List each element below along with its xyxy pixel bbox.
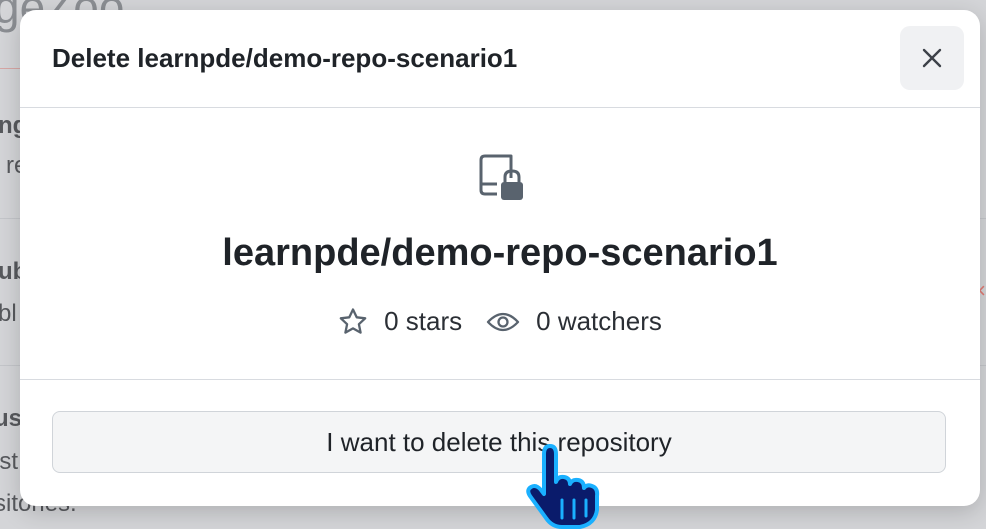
repo-locked-icon <box>479 154 523 200</box>
dialog-title: Delete learnpde/demo-repo-scenario1 <box>52 43 518 73</box>
dialog-footer: I want to delete this repository <box>20 380 980 506</box>
repository-name: learnpde/demo-repo-scenario1 <box>222 232 778 274</box>
delete-repository-dialog: Delete learnpde/demo-repo-scenario1 lear… <box>20 10 980 506</box>
hand-pointer-icon <box>526 444 600 529</box>
confirm-delete-button[interactable]: I want to delete this repository <box>52 411 946 473</box>
stars-count: 0 stars <box>338 306 462 337</box>
star-icon <box>339 307 367 334</box>
watchers-label: 0 watchers <box>536 306 662 336</box>
close-button[interactable] <box>900 26 964 90</box>
dialog-body: learnpde/demo-repo-scenario1 0 stars 0 w… <box>20 108 980 380</box>
watchers-count: 0 watchers <box>486 306 662 337</box>
background-text: bl <box>0 300 17 327</box>
background-text: ist <box>0 448 18 475</box>
eye-icon <box>486 312 520 331</box>
close-icon <box>922 48 942 68</box>
dialog-header: Delete learnpde/demo-repo-scenario1 <box>20 10 980 108</box>
repository-stats: 0 stars 0 watchers <box>20 306 980 337</box>
stars-label: 0 stars <box>384 306 463 336</box>
